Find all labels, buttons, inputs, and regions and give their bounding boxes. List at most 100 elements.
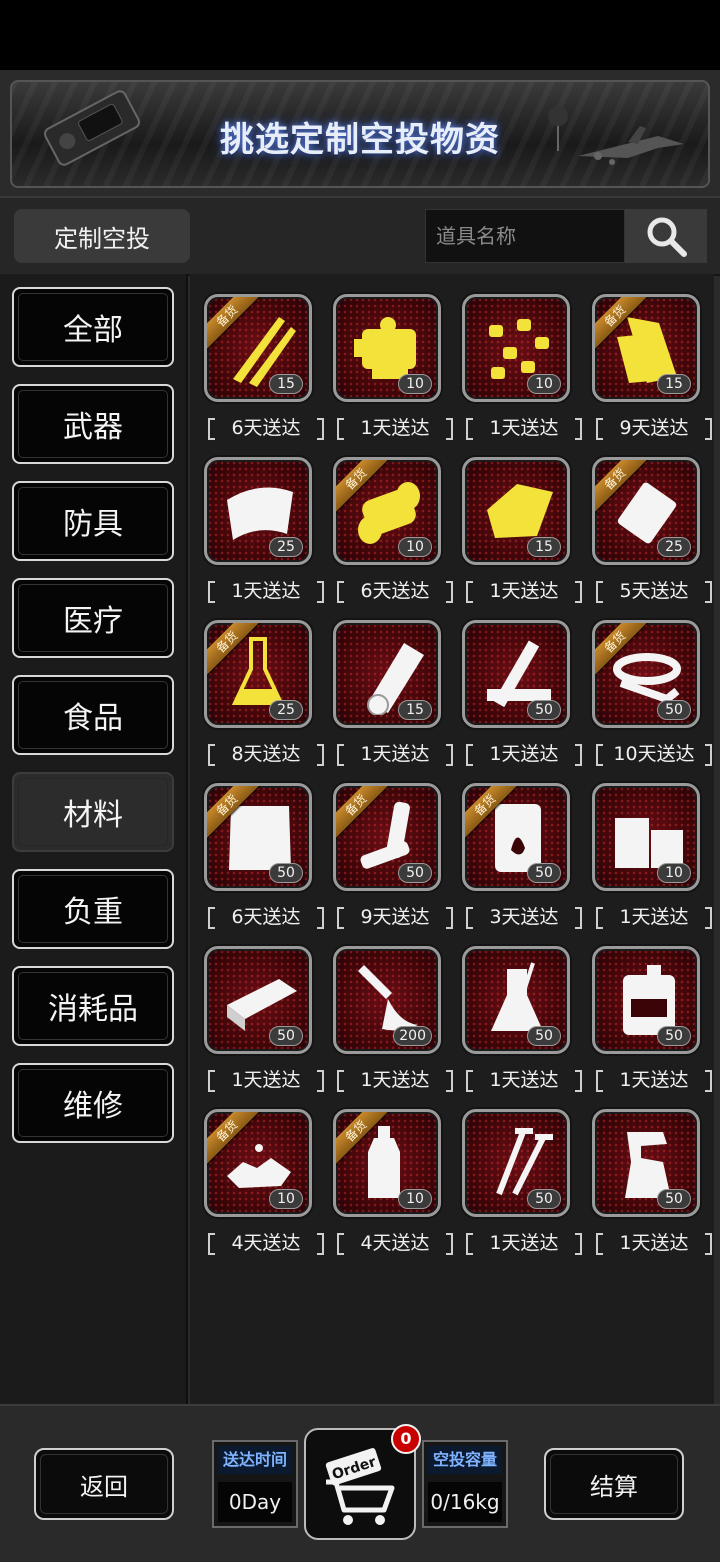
material-item[interactable]: 备货 15 9天送达 [586,282,712,442]
tab-custom-airdrop[interactable]: 定制空投 [14,209,190,263]
material-item[interactable]: 备货 25 8天送达 [198,608,324,768]
item-quantity: 10 [657,863,691,883]
item-quantity: 25 [269,537,303,557]
search-button[interactable] [625,209,707,263]
item-tile[interactable]: 备货 50 [462,783,570,891]
item-quantity: 10 [398,537,432,557]
item-quantity: 15 [398,700,432,720]
cart-count-badge: 0 [391,1424,421,1454]
item-quantity: 50 [657,1026,691,1046]
item-tile[interactable]: 备货 50 [333,783,441,891]
item-tile[interactable]: 50 [462,946,570,1054]
capacity-value: 0/16kg [428,1482,502,1522]
item-delivery-time: 1天送达 [337,742,453,766]
item-tile[interactable]: 50 [592,1109,700,1217]
item-tile[interactable]: 50 [592,946,700,1054]
item-grid: 备货 15 6天送达 10 1天送达 10 1天送达 备货 15 9天送达 25 1天送达 备货 10 6天… [190,274,714,1404]
category-armor[interactable]: 防具 [12,481,174,561]
item-delivery-time: 9天送达 [596,416,712,440]
item-quantity: 25 [657,537,691,557]
back-button[interactable]: 返回 [34,1448,174,1520]
material-item[interactable]: 备货 50 10天送达 [586,608,712,768]
material-item[interactable]: 备货 10 6天送达 [327,445,453,605]
material-item[interactable]: 50 1天送达 [456,608,582,768]
delivery-time-panel: 送达时间 0Day [212,1440,298,1528]
item-tile[interactable]: 15 [462,457,570,565]
item-delivery-time: 9天送达 [337,905,453,929]
item-quantity: 10 [398,1189,432,1209]
item-delivery-time: 1天送达 [596,905,712,929]
material-item[interactable]: 备货 25 5天送达 [586,445,712,605]
material-item[interactable]: 备货 15 6天送达 [198,282,324,442]
search-input[interactable] [434,223,616,249]
material-item[interactable]: 备货 50 6天送达 [198,771,324,931]
material-item[interactable]: 15 1天送达 [456,445,582,605]
material-item[interactable]: 15 1天送达 [327,608,453,768]
item-tile[interactable]: 备货 15 [204,294,312,402]
delivery-time-label: 送达时间 [218,1446,292,1474]
category-repair[interactable]: 维修 [12,1063,174,1143]
item-delivery-time: 1天送达 [466,416,582,440]
item-tile[interactable]: 50 [462,620,570,728]
item-quantity: 50 [527,1189,561,1209]
item-quantity: 50 [657,1189,691,1209]
item-tile[interactable]: 50 [462,1109,570,1217]
material-item[interactable]: 备货 50 3天送达 [456,771,582,931]
item-quantity: 50 [527,863,561,883]
item-tile[interactable]: 备货 25 [204,620,312,728]
item-delivery-time: 3天送达 [466,905,582,929]
item-tile[interactable]: 50 [204,946,312,1054]
item-quantity: 10 [269,1189,303,1209]
category-food[interactable]: 食品 [12,675,174,755]
item-quantity: 15 [527,537,561,557]
material-item[interactable]: 50 1天送达 [198,934,324,1094]
category-all[interactable]: 全部 [12,287,174,367]
search-icon [647,217,687,257]
item-tile[interactable]: 备货 25 [592,457,700,565]
material-item[interactable]: 50 1天送达 [456,1097,582,1257]
item-tile[interactable]: 备货 10 [333,1109,441,1217]
item-quantity: 25 [269,700,303,720]
material-item[interactable]: 10 1天送达 [327,282,453,442]
item-delivery-time: 1天送达 [466,1068,582,1092]
item-tile[interactable]: 15 [333,620,441,728]
item-delivery-time: 4天送达 [337,1231,453,1255]
header-banner: 挑选定制空投物资 [10,80,710,188]
item-tile[interactable]: 200 [333,946,441,1054]
item-tile[interactable]: 10 [462,294,570,402]
item-tile[interactable]: 25 [204,457,312,565]
item-delivery-time: 1天送达 [466,742,582,766]
item-quantity: 15 [269,374,303,394]
item-quantity: 10 [527,374,561,394]
category-medical[interactable]: 医疗 [12,578,174,658]
checkout-button[interactable]: 结算 [544,1448,684,1520]
material-item[interactable]: 200 1天送达 [327,934,453,1094]
category-load[interactable]: 负重 [12,869,174,949]
item-tile[interactable]: 10 [592,783,700,891]
material-item[interactable]: 25 1天送达 [198,445,324,605]
item-tile[interactable]: 10 [333,294,441,402]
search-field[interactable] [425,209,625,263]
material-item[interactable]: 50 1天送达 [586,934,712,1094]
item-quantity: 50 [398,863,432,883]
item-delivery-time: 1天送达 [466,1231,582,1255]
banner-title: 挑选定制空投物资 [220,120,500,160]
item-delivery-time: 1天送达 [466,579,582,603]
material-item[interactable]: 备货 10 4天送达 [198,1097,324,1257]
item-tile[interactable]: 备货 50 [204,783,312,891]
category-materials[interactable]: 材料 [12,772,174,852]
material-item[interactable]: 50 1天送达 [456,934,582,1094]
item-delivery-time: 4天送达 [208,1231,324,1255]
item-quantity: 15 [657,374,691,394]
item-tile[interactable]: 备货 50 [592,620,700,728]
material-item[interactable]: 备货 10 4天送达 [327,1097,453,1257]
item-tile[interactable]: 备货 10 [333,457,441,565]
category-consumables[interactable]: 消耗品 [12,966,174,1046]
material-item[interactable]: 50 1天送达 [586,1097,712,1257]
material-item[interactable]: 备货 50 9天送达 [327,771,453,931]
category-weapons[interactable]: 武器 [12,384,174,464]
material-item[interactable]: 10 1天送达 [456,282,582,442]
item-tile[interactable]: 备货 15 [592,294,700,402]
material-item[interactable]: 10 1天送达 [586,771,712,931]
item-tile[interactable]: 备货 10 [204,1109,312,1217]
